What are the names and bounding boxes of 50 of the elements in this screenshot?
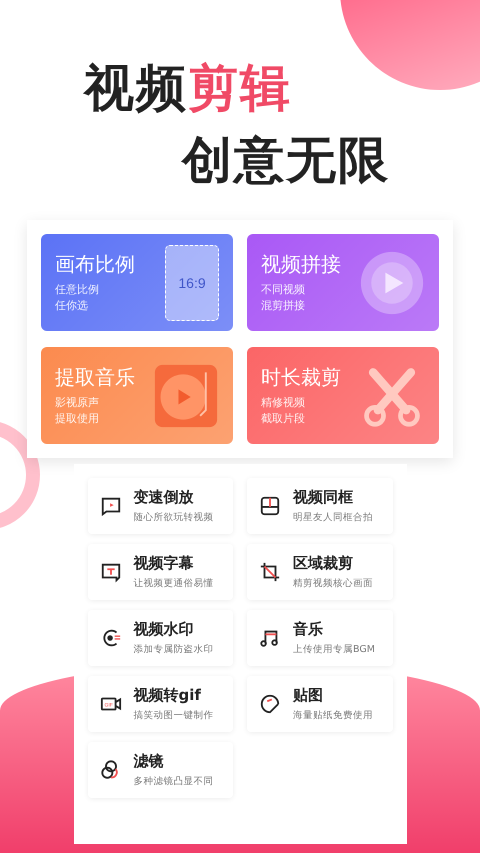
crop-icon [259,561,281,583]
tool-title: 滤镜 [134,752,164,771]
tool-title: 视频水印 [134,620,194,639]
tool-card[interactable]: 变速倒放 随心所欲玩转视频 [88,478,233,534]
feature-title: 画布比例 [55,252,135,276]
feature-description: 提取使用 [55,410,100,426]
tool-description: 精剪视频核心画面 [293,577,373,590]
feature-title: 提取音乐 [55,364,135,389]
subheadline: 创意无限 [182,130,390,190]
tool-title: 视频同框 [293,488,354,507]
tool-title: 视频字幕 [134,554,194,573]
tool-description: 多种滤镜凸显不同 [134,775,214,788]
headline: 视频剪辑 [84,58,292,118]
ratio-frame-icon: 16:9 [165,244,219,320]
feature-title: 视频拼接 [261,252,341,276]
tool-description: 添加专属防盗水印 [134,643,214,656]
tool-description: 搞笑动图一键制作 [134,709,214,722]
feature-card[interactable]: 画布比例 任意比例 任你选 16:9 [41,234,233,331]
feature-description: 截取片段 [261,410,306,426]
record-player-icon [153,362,219,428]
tool-description: 让视频更通俗易懂 [134,577,214,590]
sticker-icon [259,693,281,715]
text-frame-icon [100,561,122,583]
feature-description: 任你选 [55,298,89,314]
tool-card[interactable]: 音乐 上传使用专属BGM [247,610,392,666]
feature-description: 精修视频 [261,394,306,410]
tool-title: 变速倒放 [134,488,194,507]
tool-description: 明星友人同框合拍 [293,511,373,524]
tool-title: 音乐 [293,620,324,639]
play-screen-icon [100,495,122,517]
feature-description: 不同视频 [261,282,306,298]
tool-title: 区域裁剪 [293,554,354,573]
tool-card[interactable]: 视频同框 明星友人同框合拍 [247,478,392,534]
feature-card[interactable]: 视频拼接 不同视频 混剪拼接 [247,234,439,331]
play-disc-icon [359,250,425,316]
tool-title: 贴图 [293,686,324,705]
feature-description: 任意比例 [55,282,100,298]
tool-title: 视频转gif [134,686,202,705]
split-frame-icon [259,495,281,517]
tool-description: 海量贴纸免费使用 [293,709,373,722]
tool-card[interactable]: 滤镜 多种滤镜凸显不同 [88,742,233,798]
tool-card[interactable]: 视频字幕 让视频更通俗易懂 [88,544,233,600]
tool-description: 随心所欲玩转视频 [134,511,214,524]
tool-card[interactable]: 视频水印 添加专属防盗水印 [88,610,233,666]
tool-description: 上传使用专属BGM [293,643,375,656]
feature-description: 影视原声 [55,394,100,410]
feature-title: 时长裁剪 [261,364,341,389]
feature-description: 混剪拼接 [261,298,306,314]
tool-card[interactable]: 区域裁剪 精剪视频核心画面 [247,544,392,600]
tool-card[interactable]: 贴图 海量贴纸免费使用 [247,676,392,732]
